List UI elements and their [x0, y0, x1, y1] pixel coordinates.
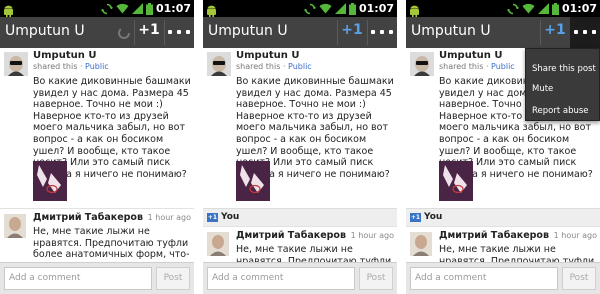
comment: Дмитрий Табакеров 1 hour ago Не, мне так…: [0, 208, 194, 262]
battery-icon: [348, 2, 356, 15]
comment-text: Не, мне такие лыжи не нравятся. Предпочи…: [33, 226, 190, 262]
audience-public-link[interactable]: Public: [491, 62, 515, 71]
post-author[interactable]: Umputun U: [439, 50, 502, 61]
status-bar: 01:07: [0, 0, 194, 17]
plus-one-badge: +1: [410, 213, 421, 222]
avatar[interactable]: [410, 52, 434, 76]
post-button[interactable]: Post: [359, 267, 393, 290]
comment-author[interactable]: Дмитрий Табакеров: [33, 212, 143, 223]
screen-3: 01:07 Umputun U +1 Umputun U shared this…: [406, 0, 600, 294]
overflow-menu-icon[interactable]: [371, 24, 393, 40]
overflow-menu: Share this post Mute Report abuse: [525, 48, 600, 121]
menu-item-mute[interactable]: Mute: [532, 84, 553, 94]
action-bar: Umputun U +1: [203, 17, 397, 48]
comment-composer: Add a comment Post: [406, 262, 600, 294]
screen-1: 01:07 Umputun U +1 Umputun U shared this…: [0, 0, 194, 294]
audience-public-link[interactable]: Public: [288, 62, 312, 71]
comment-author[interactable]: Дмитрий Табакеров: [236, 230, 346, 241]
plus-one-button-active[interactable]: +1: [337, 22, 367, 38]
plus-one-button[interactable]: +1: [134, 22, 164, 38]
comment-author[interactable]: Дмитрий Табакеров: [439, 230, 549, 241]
status-bar: 01:07: [406, 0, 600, 17]
post-button[interactable]: Post: [156, 267, 190, 290]
sync-icon: [303, 3, 316, 14]
signal-icon: [334, 3, 346, 14]
plus-ones-row[interactable]: +1 You: [406, 208, 600, 226]
wifi-icon: [522, 3, 535, 14]
plus-one-badge: +1: [207, 213, 218, 222]
audience-public-link[interactable]: Public: [85, 62, 109, 71]
audience-prefix: shared this ·: [236, 62, 286, 71]
post-button[interactable]: Post: [562, 267, 596, 290]
menu-item-share[interactable]: Share this post: [532, 64, 596, 74]
action-bar-title: Umputun U: [208, 23, 288, 39]
comment: Дмитрий Табакеров 1 hour ago Не, мне так…: [203, 226, 397, 262]
wifi-icon: [116, 3, 129, 14]
comment-input[interactable]: Add a comment: [207, 267, 355, 290]
screen-2: 01:07 Umputun U +1 Umputun U shared this…: [203, 0, 397, 294]
android-notification-icon: [409, 2, 420, 17]
clock: 01:07: [561, 2, 597, 15]
post-photo[interactable]: [439, 161, 473, 201]
avatar[interactable]: [410, 232, 432, 256]
sync-icon: [506, 3, 519, 14]
status-bar: 01:07: [203, 0, 397, 17]
post-photo[interactable]: [236, 161, 270, 201]
divider: [164, 20, 165, 45]
post-audience: shared this · Public: [33, 62, 109, 71]
wifi-icon: [319, 3, 332, 14]
plus-ones-row[interactable]: +1 You: [203, 208, 397, 226]
audience-prefix: shared this ·: [33, 62, 83, 71]
clock: 01:07: [358, 2, 394, 15]
action-bar: Umputun U +1: [406, 17, 600, 48]
comment-composer: Add a comment Post: [203, 262, 397, 294]
comment-input[interactable]: Add a comment: [4, 267, 152, 290]
post-audience: shared this · Public: [236, 62, 312, 71]
avatar[interactable]: [207, 232, 229, 256]
audience-prefix: shared this ·: [439, 62, 489, 71]
post-photo[interactable]: [33, 161, 67, 201]
battery-icon: [551, 2, 559, 15]
comment-timestamp: 1 hour ago: [147, 213, 191, 222]
battery-icon: [145, 2, 153, 15]
signal-icon: [131, 3, 143, 14]
action-bar-title: Umputun U: [5, 23, 85, 39]
plus-one-you-label: You: [221, 212, 240, 222]
plus-one-button-active[interactable]: +1: [540, 22, 570, 38]
avatar[interactable]: [4, 52, 28, 76]
comment-text: Не, мне такие лыжи не нравятся. Предпочи…: [236, 244, 392, 262]
post-author[interactable]: Umputun U: [236, 50, 299, 61]
comment: Дмитрий Табакеров 1 hour ago Не, мне так…: [406, 226, 600, 262]
clock: 01:07: [155, 2, 191, 15]
post-card: Umputun U shared this · Public Во какие …: [203, 48, 397, 208]
comment-input[interactable]: Add a comment: [410, 267, 558, 290]
action-bar-title: Umputun U: [411, 23, 491, 39]
comment-timestamp: 1 hour ago: [350, 231, 394, 240]
comment-timestamp: 1 hour ago: [553, 231, 597, 240]
post-audience: shared this · Public: [439, 62, 515, 71]
sync-icon: [100, 3, 113, 14]
overflow-menu-icon[interactable]: [574, 24, 596, 40]
plus-one-you-label: You: [424, 212, 443, 222]
overflow-menu-icon[interactable]: [168, 24, 190, 40]
action-bar: Umputun U +1: [0, 17, 194, 48]
comment-text: Не, мне такие лыжи не нравятся. Предпочи…: [439, 244, 595, 262]
post-author[interactable]: Umputun U: [33, 50, 96, 61]
loading-spinner-icon: [118, 27, 130, 39]
post-card: Umputun U shared this · Public Во какие …: [0, 48, 194, 208]
android-notification-icon: [206, 2, 217, 17]
avatar[interactable]: [207, 52, 231, 76]
divider: [367, 20, 368, 45]
menu-item-report-abuse[interactable]: Report abuse: [532, 106, 589, 116]
signal-icon: [537, 3, 549, 14]
comment-composer: Add a comment Post: [0, 262, 194, 294]
android-notification-icon: [3, 2, 14, 17]
avatar[interactable]: [4, 214, 26, 238]
